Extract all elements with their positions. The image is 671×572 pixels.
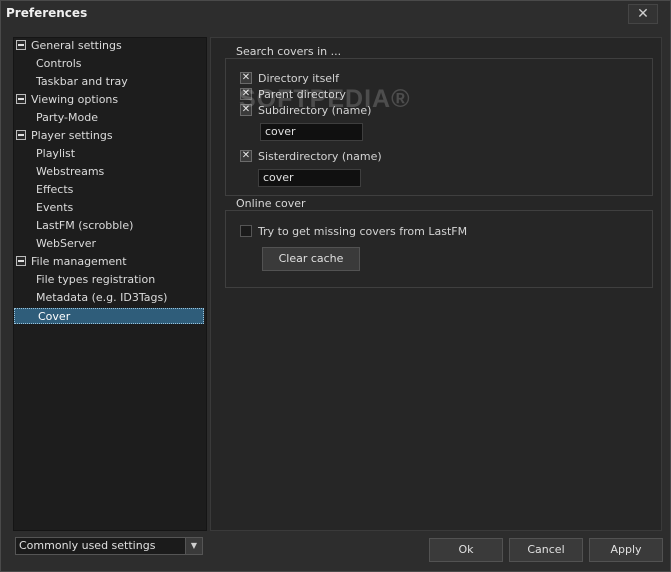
tree-item-general-settings[interactable]: General settings (16, 38, 122, 54)
tree-item-cover[interactable]: Cover (14, 308, 204, 324)
tree-item-controls[interactable]: Controls (36, 56, 82, 72)
sisterdirectory-checkbox[interactable]: ✕ Sisterdirectory (name) (240, 149, 382, 165)
sisterdirectory-name-field[interactable]: cover (258, 169, 361, 187)
tree-item-lastfm[interactable]: LastFM (scrobble) (36, 218, 133, 234)
ok-button[interactable]: Ok (429, 538, 503, 562)
subdirectory-name-field[interactable]: cover (260, 123, 363, 141)
checkbox-unchecked-icon[interactable] (240, 225, 252, 237)
chevron-down-icon[interactable]: ▼ (185, 538, 202, 554)
tree-item-viewing-options[interactable]: Viewing options (16, 92, 118, 108)
tree-item-effects[interactable]: Effects (36, 182, 73, 198)
apply-button[interactable]: Apply (589, 538, 663, 562)
clear-cache-button[interactable]: Clear cache (262, 247, 360, 271)
close-button[interactable]: ✕ (628, 4, 658, 24)
search-covers-title: Search covers in ... (234, 45, 344, 58)
title-bar: Preferences ✕ (1, 1, 670, 27)
collapse-icon[interactable] (16, 130, 26, 140)
online-cover-group: Online cover Try to get missing covers f… (225, 197, 653, 288)
tree-item-party-mode[interactable]: Party-Mode (36, 110, 98, 126)
tree-item-events[interactable]: Events (36, 200, 73, 216)
cancel-button[interactable]: Cancel (509, 538, 583, 562)
settings-filter-value: Commonly used settings (19, 539, 156, 552)
settings-filter-dropdown[interactable]: Commonly used settings ▼ (15, 537, 203, 555)
checkbox-checked-icon[interactable]: ✕ (240, 72, 252, 84)
collapse-icon[interactable] (16, 40, 26, 50)
tree-item-webstreams[interactable]: Webstreams (36, 164, 104, 180)
tree-item-metadata[interactable]: Metadata (e.g. ID3Tags) (36, 290, 167, 306)
window-title: Preferences (6, 6, 88, 20)
lastfm-covers-checkbox[interactable]: Try to get missing covers from LastFM (240, 224, 467, 240)
search-covers-group: Search covers in ... ✕ Directory itself ✕… (225, 45, 653, 196)
collapse-icon[interactable] (16, 94, 26, 104)
settings-tree[interactable]: General settings Controls Taskbar and tr… (13, 37, 207, 531)
tree-item-taskbar-and-tray[interactable]: Taskbar and tray (36, 74, 128, 90)
tree-item-playlist[interactable]: Playlist (36, 146, 75, 162)
preferences-window: Preferences ✕ General settings Controls … (0, 0, 671, 572)
tree-item-file-management[interactable]: File management (16, 254, 127, 270)
softpedia-watermark: SOFTPEDIA® (239, 85, 411, 113)
checkbox-checked-icon[interactable]: ✕ (240, 150, 252, 162)
online-cover-title: Online cover (234, 197, 308, 210)
close-icon: ✕ (637, 6, 649, 22)
tree-item-webserver[interactable]: WebServer (36, 236, 96, 252)
tree-item-player-settings[interactable]: Player settings (16, 128, 113, 144)
collapse-icon[interactable] (16, 256, 26, 266)
tree-item-file-types-registration[interactable]: File types registration (36, 272, 155, 288)
